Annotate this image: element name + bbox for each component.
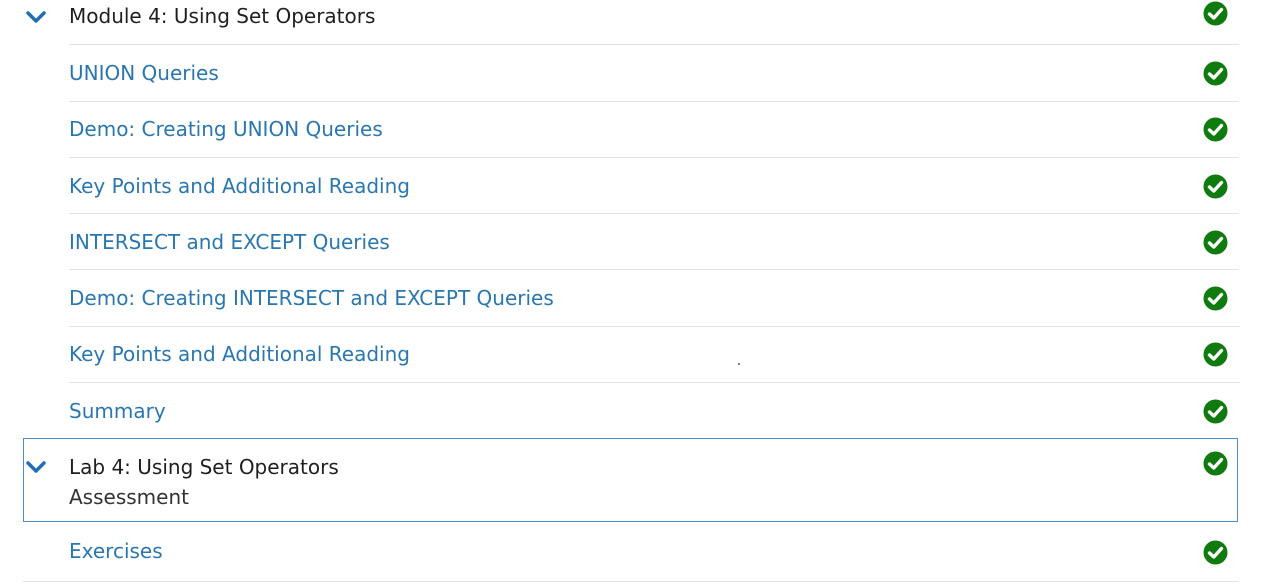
item-link-key-points-1[interactable]: Key Points and Additional Reading [69, 174, 410, 198]
lab-header[interactable]: Lab 4: Using Set Operators Assessment [23, 438, 1238, 522]
check-circle-icon [1203, 61, 1228, 86]
course-outline: Module 4: Using Set Operators UNION Quer… [0, 0, 1267, 584]
item-link-key-points-2[interactable]: Key Points and Additional Reading [69, 342, 410, 366]
list-item[interactable]: Summary [0, 383, 1267, 439]
list-item[interactable]: UNION Queries [0, 45, 1267, 101]
divider [23, 581, 1239, 582]
list-item[interactable]: Demo: Creating INTERSECT and EXCEPT Quer… [0, 270, 1267, 326]
list-item[interactable]: Demo: Creating UNION Queries [0, 101, 1267, 157]
module-title: Module 4: Using Set Operators [69, 4, 376, 28]
list-item[interactable]: Key Points and Additional Reading [0, 326, 1267, 382]
list-item[interactable]: Exercises [0, 525, 1267, 581]
check-circle-icon [1203, 540, 1228, 565]
item-link-summary[interactable]: Summary [69, 399, 166, 423]
lab-title: Lab 4: Using Set Operators [69, 455, 339, 479]
check-circle-icon [1203, 117, 1228, 142]
module-header[interactable]: Module 4: Using Set Operators [0, 0, 1267, 44]
list-item[interactable]: Key Points and Additional Reading [0, 158, 1267, 214]
item-link-demo-union[interactable]: Demo: Creating UNION Queries [69, 117, 383, 141]
check-circle-icon [1203, 286, 1228, 311]
item-link-demo-intersect-except[interactable]: Demo: Creating INTERSECT and EXCEPT Quer… [69, 286, 554, 310]
item-link-intersect-except[interactable]: INTERSECT and EXCEPT Queries [69, 230, 390, 254]
chevron-down-icon[interactable] [25, 10, 47, 24]
lab-subtitle: Assessment [69, 485, 189, 509]
check-circle-icon [1203, 451, 1228, 476]
check-circle-icon [1203, 174, 1228, 199]
item-link-exercises[interactable]: Exercises [69, 539, 163, 563]
check-circle-icon [1203, 399, 1228, 424]
list-item[interactable]: INTERSECT and EXCEPT Queries [0, 214, 1267, 270]
check-circle-icon [1203, 342, 1228, 367]
check-circle-icon [1203, 230, 1228, 255]
chevron-down-icon[interactable] [25, 460, 47, 474]
stray-dot [738, 363, 740, 365]
check-circle-icon [1203, 1, 1228, 26]
item-link-union-queries[interactable]: UNION Queries [69, 61, 219, 85]
